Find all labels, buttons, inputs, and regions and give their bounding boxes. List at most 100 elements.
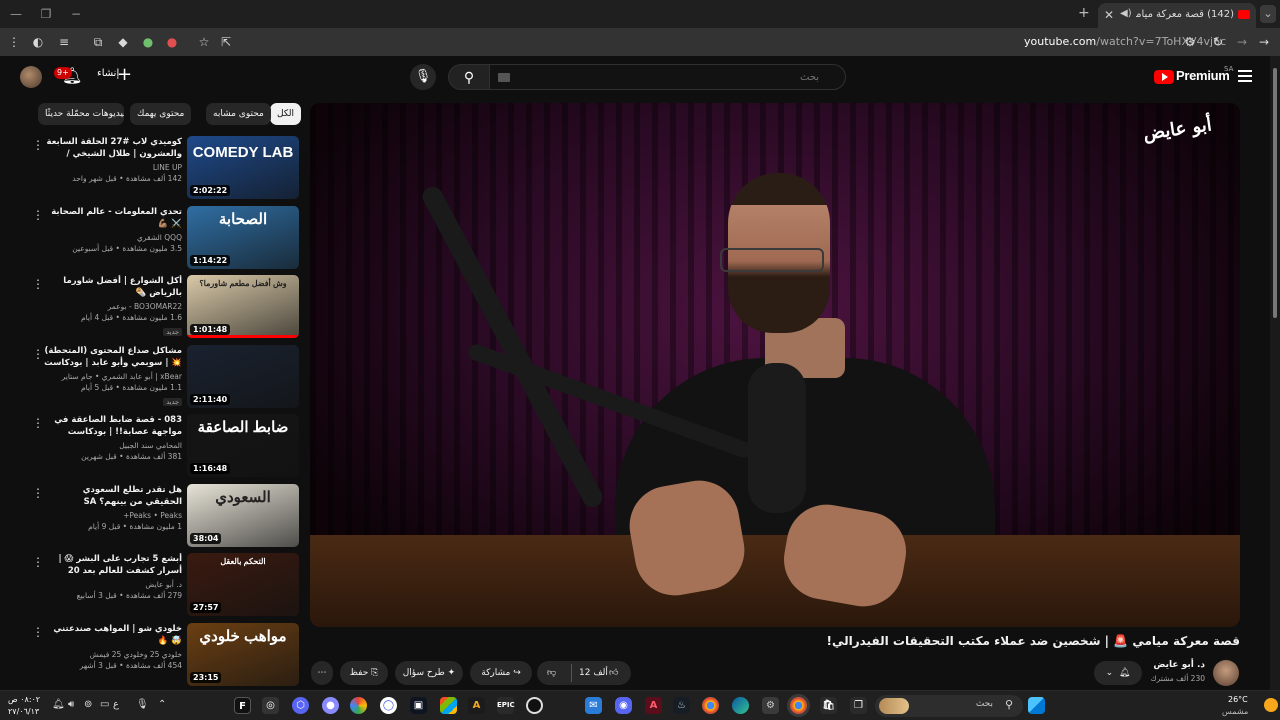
window-restore-button[interactable]: ❐ [36,6,56,22]
related-video-item[interactable]: ⋮ هل تقدر تطلع السعودي الحقيقي من بينهم؟ … [30,484,300,548]
video-options-icon[interactable]: ⋮ [32,277,44,291]
video-item-channel[interactable]: xBear | أبو عابد الشمري • جام ستاير [44,371,182,382]
video-item-channel[interactable]: خلودي 25 وخلودي 25 فيمش [44,649,182,660]
guide-menu-icon[interactable] [1238,70,1252,82]
keyboard-lang-label[interactable]: ع [113,699,119,710]
video-item-channel[interactable]: د. أبو عايض [44,579,182,590]
video-item-title[interactable]: 083 - قصة ضابط الصاعقة في مواجهة عصابة!!… [44,414,182,438]
tab-close-icon[interactable]: ✕ [1104,8,1114,22]
related-video-item[interactable]: ⋮ أكل الشوارع | أفضل شاورما بالرياض 🌯 BO3O… [30,275,300,339]
video-thumbnail[interactable]: الصحابة 1:14:22 [187,206,299,269]
tab-search-button[interactable]: ⌄ [1260,5,1276,23]
taskbar-task-view-icon[interactable]: ❐ [850,697,867,714]
chip-recently-uploaded[interactable]: فيديوهات محمّلة حديثًا [38,103,124,125]
taskbar-clock[interactable]: ٠٨:٠٢ ص ٢٧/٠٦/١٣ [8,694,48,718]
video-thumbnail[interactable]: ضابط الصاعقة 1:16:48 [187,414,299,477]
search-input[interactable] [521,69,821,85]
video-item-title[interactable]: خلودي شو | المواهب صندعتني 🤯 🔥 [44,623,182,647]
extension-diamond-icon[interactable]: ◆ [115,34,131,50]
more-actions-button[interactable]: ⋯ [311,661,333,685]
video-item-channel[interactable]: Peaks • Peaks+ [44,510,182,521]
video-player[interactable]: أبو عايض [310,103,1240,627]
taskbar-app-a-icon[interactable]: A [468,697,485,714]
chip-for-you[interactable]: محتوى يهمك [130,103,192,125]
video-options-icon[interactable]: ⋮ [32,625,44,639]
video-options-icon[interactable]: ⋮ [32,347,44,361]
taskbar-edge-icon[interactable] [732,697,749,714]
account-avatar[interactable] [20,66,42,88]
taskbar-app-orb-icon[interactable]: ● [322,697,339,714]
scrollbar-thumb[interactable] [1273,68,1277,318]
windows-start-icon[interactable] [1028,697,1045,714]
video-thumbnail[interactable]: 2:11:40 [187,345,299,408]
taskbar-steam-icon[interactable]: ♨ [673,697,690,714]
video-item-title[interactable]: أبشع 5 تجارب على البشر 😱 | أسرار كشفت لل… [44,553,182,577]
taskbar-search-box[interactable]: بحث ⚲ [875,695,1023,717]
video-thumbnail[interactable]: التحكم بالعقل 27:57 [187,553,299,616]
video-thumbnail[interactable]: COMEDY LAB 2:02:22 [187,136,299,199]
taskbar-epic-games-icon[interactable]: EPIC [497,697,515,714]
taskbar-office-icon[interactable] [440,697,457,714]
video-options-icon[interactable]: ⋮ [32,208,44,222]
video-thumbnail[interactable]: وش أفضل مطعم شاورما؟ 1:01:48 [187,275,299,338]
page-scrollbar[interactable] [1270,56,1280,690]
notification-center-icon[interactable]: 🔔︎ [52,699,65,710]
related-video-item[interactable]: ⋮ 083 - قصة ضابط الصاعقة في مواجهة عصابة!… [30,414,300,478]
window-close-button[interactable]: − [66,6,86,22]
taskbar-discord-icon[interactable]: ◉ [615,697,632,714]
video-options-icon[interactable]: ⋮ [32,138,44,152]
like-icon[interactable]: 👍︎ [609,661,618,685]
extension-icon[interactable]: ◐ [30,34,46,50]
related-video-item[interactable]: ⋮ تحدي المعلومات - عالم الصحابة ⚔️ 💪🏽 QQQ … [30,206,300,270]
taskbar-app-cd-icon[interactable]: ◎ [262,697,279,714]
search-button[interactable]: ⚲ [448,64,490,90]
extension-red-icon[interactable]: ● [164,34,180,50]
like-count[interactable]: 12 ألف [579,661,608,685]
bookmark-star-icon[interactable]: ☆ [196,34,212,50]
tab-audio-icon[interactable]: ◀) [1120,8,1132,19]
video-item-title[interactable]: مشاكل صداع المحتوى (المتحطة) 💥 | سوبمي و… [44,345,182,369]
extension-shield-icon[interactable]: ● [140,34,156,50]
new-tab-button[interactable]: + [1078,5,1090,21]
taskbar-chrome-active-icon[interactable] [790,697,807,714]
video-item-channel[interactable]: QQQ الشقري [44,232,182,243]
related-video-item[interactable]: ⋮ مشاكل صداع المحتوى (المتحطة) 💥 | سوبمي … [30,345,300,409]
video-item-title[interactable]: أكل الشوارع | أفضل شاورما بالرياض 🌯 [44,275,182,299]
taskbar-mail-icon[interactable]: ✉ [585,697,602,714]
taskbar-chrome-icon[interactable] [702,697,719,714]
browser-menu-icon[interactable]: ⋮ [8,34,20,50]
voice-search-mic-icon[interactable]: 🎙︎ [410,64,436,90]
browser-tab-active[interactable]: ✕ ◀) (142) قصة معركة ميامي [1098,3,1256,28]
mic-tray-icon[interactable]: 🎙︎ [136,699,149,710]
dislike-icon[interactable]: 👎︎ [547,661,556,685]
video-options-icon[interactable]: ⋮ [32,486,44,500]
taskbar-app-circle-icon[interactable] [526,697,543,714]
forward-arrow-icon[interactable]: → [1234,34,1250,50]
video-thumbnail[interactable]: مواهب خلودي 23:15 [187,623,299,686]
taskbar-app-store-icon[interactable]: ▣ [410,697,427,714]
video-thumbnail[interactable]: السعودي 38:04 [187,484,299,547]
video-item-title[interactable]: تحدي المعلومات - عالم الصحابة ⚔️ 💪🏽 [44,206,182,230]
video-options-icon[interactable]: ⋮ [32,416,44,430]
video-item-channel[interactable]: LINE UP [44,162,182,173]
install-app-icon[interactable]: ⇱ [218,34,234,50]
chip-related[interactable]: محتوى مشابه [206,103,271,125]
create-button[interactable]: إنشاء + [97,64,132,86]
chip-all[interactable]: الكل [270,103,302,125]
taskbar-store-icon[interactable]: 🛍︎ [820,697,837,714]
channel-avatar[interactable] [1213,660,1239,686]
taskbar-app-colorwheel-icon[interactable] [350,697,367,714]
video-item-title[interactable]: كوميدي لاب #27 الحلقة السابعة والعشرون |… [44,136,182,160]
search-field[interactable] [489,64,846,90]
video-item-channel[interactable]: المحامي سند الجبيل [44,440,182,451]
back-arrow-icon[interactable]: → [1256,34,1272,50]
video-options-icon[interactable]: ⋮ [32,555,44,569]
save-button[interactable]: حفظ ⎘ [340,661,388,685]
related-video-item[interactable]: ⋮ أبشع 5 تجارب على البشر 😱 | أسرار كشفت ل… [30,553,300,617]
ask-button[interactable]: طرح سؤال ✦ [395,661,463,685]
extensions-puzzle-icon[interactable]: ⧉ [90,34,106,50]
related-video-item[interactable]: ⋮ خلودي شو | المواهب صندعتني 🤯 🔥 خلودي 25 … [30,623,300,687]
video-item-channel[interactable]: BO3OMAR22 - بوعمر [44,301,182,312]
site-settings-icon[interactable]: ⚙ [1182,34,1198,50]
taskbar-app-f-icon[interactable]: F [234,697,251,714]
